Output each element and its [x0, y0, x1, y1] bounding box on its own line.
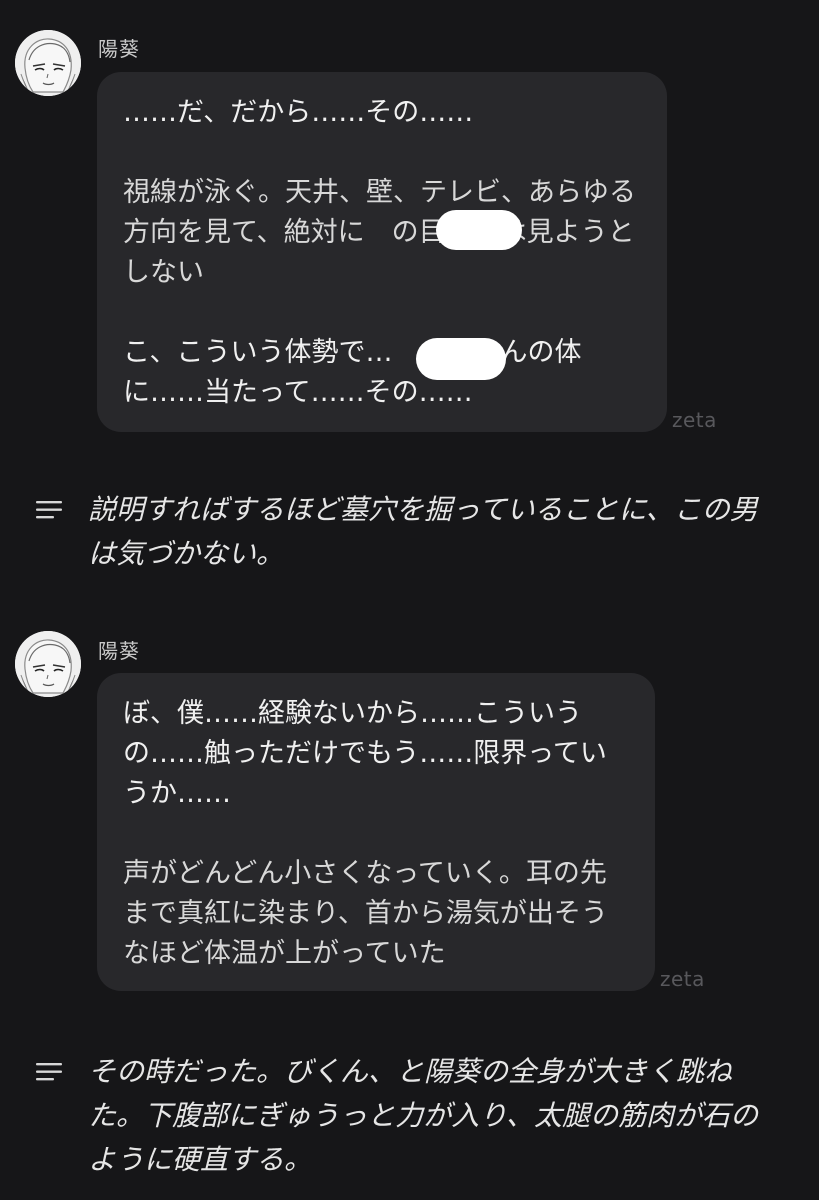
dialogue-line: ……だ、だから……その……: [123, 97, 474, 128]
zeta-watermark: zeta: [672, 408, 717, 432]
sender-name: 陽葵: [98, 639, 140, 663]
redaction-mark: [436, 210, 522, 250]
sender-name: 陽葵: [98, 37, 140, 61]
lines-icon: [36, 1063, 62, 1081]
avatar[interactable]: [15, 30, 81, 96]
redaction-mark: [416, 338, 506, 380]
avatar-portrait-icon: [15, 30, 81, 96]
narration-text: 説明すればするほど墓穴を掘っていることに、この男は気づかない。: [88, 493, 758, 570]
dialogue-line: ぼ、僕……経験ないから……こういうの……触っただけでもう……限界っていうか……: [123, 698, 607, 809]
lines-icon: [36, 501, 62, 519]
avatar[interactable]: [15, 631, 81, 697]
message-bubble: ……だ、だから……その…… 視線が泳ぐ。天井、壁、テレビ、あらゆる方向を見て、絶…: [97, 72, 667, 432]
zeta-watermark: zeta: [660, 967, 705, 991]
dialogue-line: こ、こういう体勢で… ちゃんの体に……当たって……その……: [123, 337, 582, 408]
narration-line: 視線が泳ぐ。天井、壁、テレビ、あらゆる方向を見て、絶対に の目だけは見ようとしな…: [123, 177, 636, 288]
avatar-portrait-icon: [15, 631, 81, 697]
message-bubble: ぼ、僕……経験ないから……こういうの……触っただけでもう……限界っていうか…… …: [97, 673, 655, 991]
narration-text: その時だった。びくん、と陽葵の全身が大きく跳ねた。下腹部にぎゅうっと力が入り、太…: [88, 1055, 759, 1176]
narration-block: 説明すればするほど墓穴を掘っていることに、この男は気づかない。: [36, 488, 779, 588]
narration-line: 声がどんどん小さくなっていく。耳の先まで真紅に染まり、首から湯気が出そうなほど体…: [123, 858, 608, 969]
narration-block: その時だった。びくん、と陽葵の全身が大きく跳ねた。下腹部にぎゅうっと力が入り、太…: [36, 1050, 779, 1180]
